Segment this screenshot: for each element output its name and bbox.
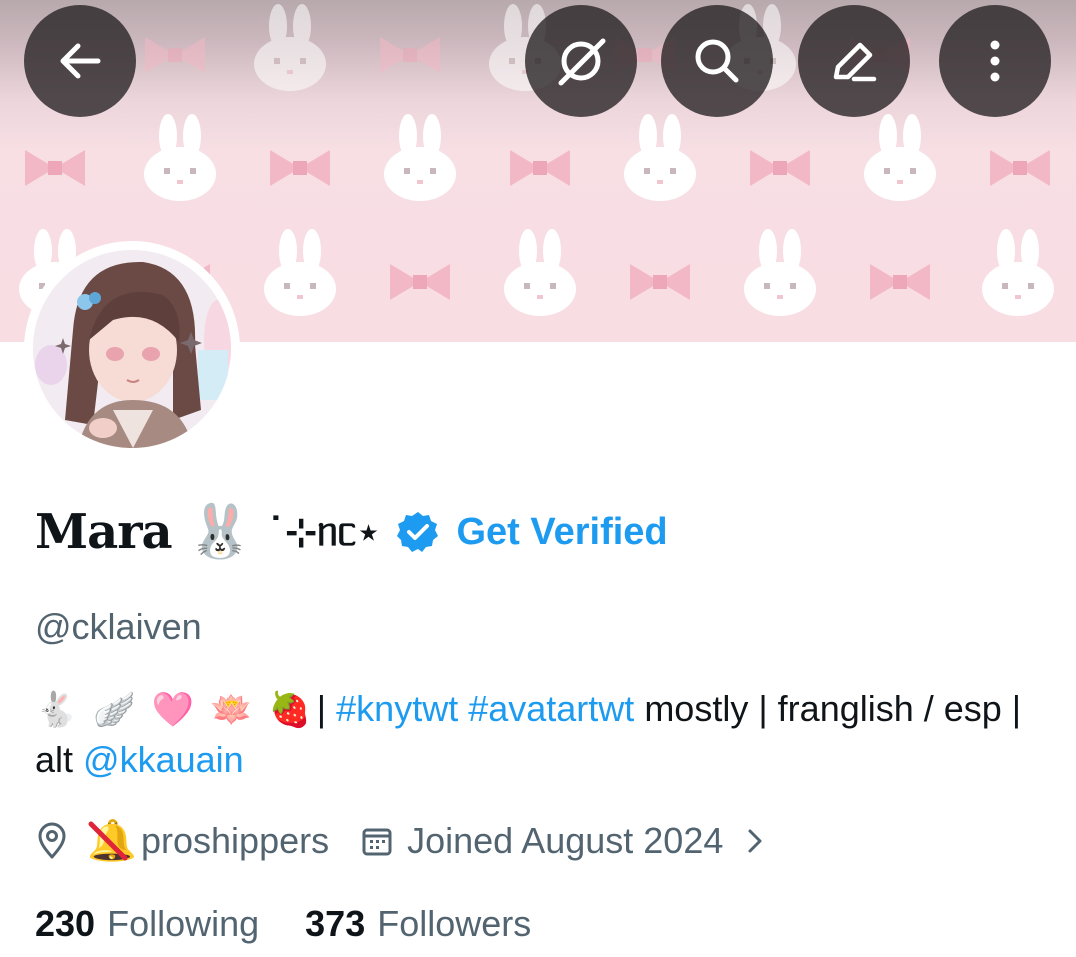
strawberry-emoji: 🍓 — [268, 690, 311, 730]
name-row: Mara 🐰 ˙⊹ᥒᥴ⋆ Get Verified — [35, 500, 668, 564]
following-label: Following — [107, 903, 260, 944]
hashtag-avatartwt[interactable]: #avatartwt — [468, 688, 634, 729]
grok-icon — [558, 38, 606, 86]
bio: 🐇 🪽 🩷 🪷 🍓 | #knytwt #avatartwt mostly | f… — [35, 684, 1045, 785]
bio-separator: | — [316, 688, 327, 729]
follow-stats: 230 Following 373 Followers — [35, 900, 531, 948]
edit-button[interactable] — [798, 5, 910, 117]
grok-button[interactable] — [525, 5, 637, 117]
name-decoration: ˙⊹ᥒᥴ⋆ — [266, 509, 381, 554]
verified-badge-icon[interactable] — [396, 510, 440, 554]
avatar-illustration — [33, 250, 231, 448]
calendar-icon — [361, 825, 393, 857]
display-name: Mara — [35, 504, 173, 560]
more-vertical-icon — [990, 40, 1000, 82]
arrow-left-icon — [60, 43, 101, 79]
location-pin-icon — [35, 822, 69, 860]
following-link[interactable]: 230 Following — [35, 903, 259, 945]
following-count: 230 — [35, 903, 96, 944]
wing-emoji: 🪽 — [93, 690, 136, 730]
mention-kkauain[interactable]: @kkauain — [83, 739, 244, 780]
user-handle: @cklaiven — [35, 606, 202, 647]
rabbit-emoji: 🐇 — [35, 690, 78, 730]
lotus-emoji: 🪷 — [210, 690, 253, 730]
edit-pen-icon — [833, 42, 877, 82]
no-bell-emoji: 🔔 — [87, 818, 137, 864]
joined-date: Joined August 2024 — [407, 820, 724, 861]
followers-label: Followers — [377, 903, 532, 944]
get-verified-link[interactable]: Get Verified — [456, 511, 667, 554]
followers-link[interactable]: 373 Followers — [305, 903, 531, 945]
avatar[interactable] — [33, 250, 231, 448]
chevron-right-icon[interactable] — [745, 826, 765, 856]
hashtag-knytwt[interactable]: #knytwt — [336, 688, 458, 729]
followers-count: 373 — [305, 903, 366, 944]
search-icon — [695, 39, 739, 83]
profile-meta: 🔔 proshippers Joined August 2024 — [35, 815, 765, 867]
back-button[interactable] — [24, 5, 136, 117]
more-button[interactable] — [939, 5, 1051, 117]
pink-heart-emoji: 🩷 — [151, 690, 195, 730]
rabbit-face-emoji: 🐰 — [187, 502, 253, 562]
location-text: proshippers — [141, 820, 330, 861]
search-button[interactable] — [661, 5, 773, 117]
